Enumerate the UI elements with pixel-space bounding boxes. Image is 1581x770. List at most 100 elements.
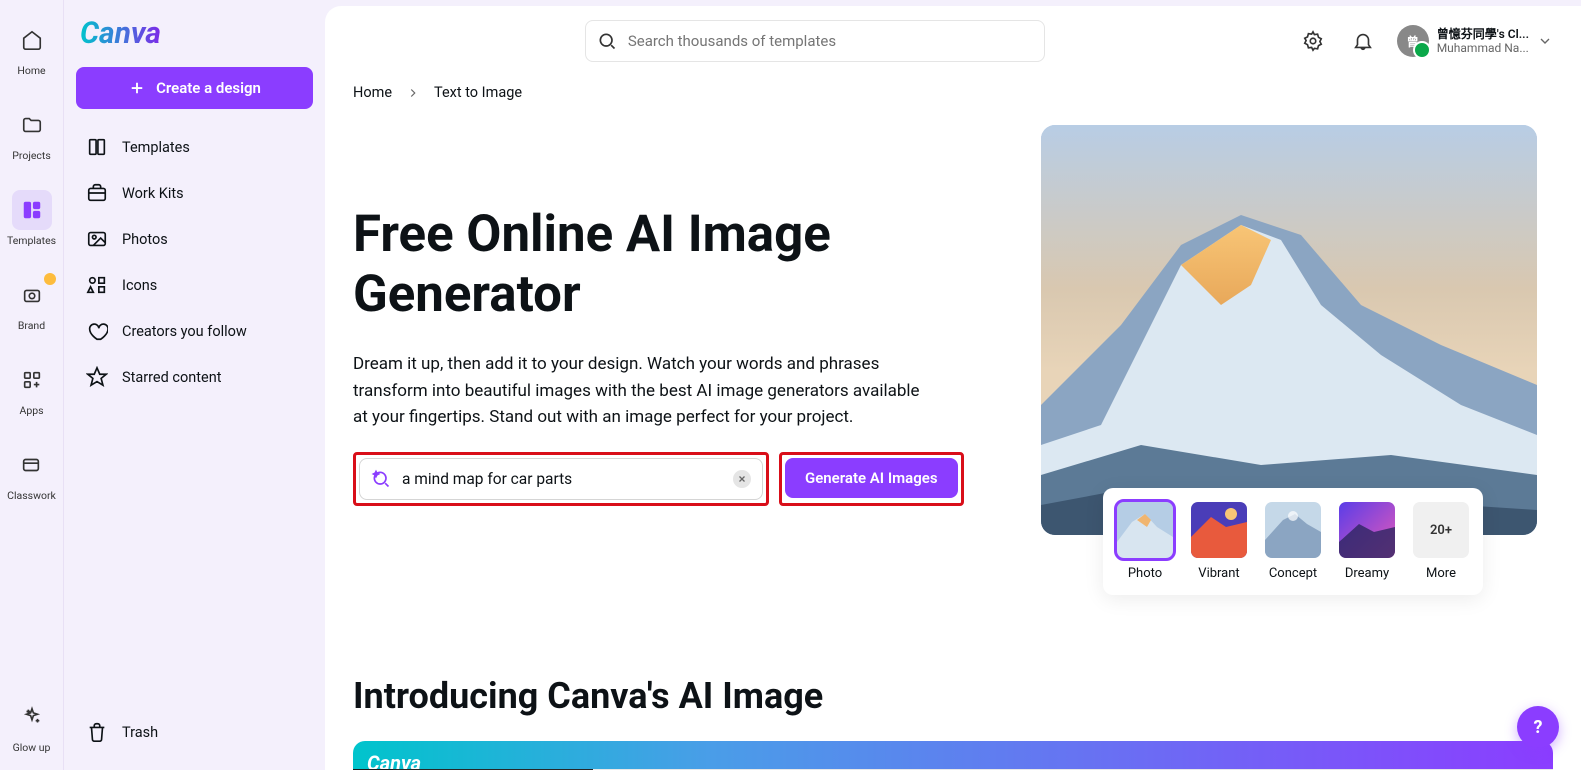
style-thumb-concept [1265,502,1321,558]
sidebar-item-workkits[interactable]: Work Kits [76,171,313,215]
page-title: Free Online AI Image Generator [353,205,993,325]
rail-classwork-label: Classwork [7,489,56,502]
rail-brand[interactable]: Brand [12,275,52,332]
sidebar-item-label: Templates [122,139,190,156]
style-label: Dreamy [1345,566,1389,581]
chevron-right-icon [406,86,420,100]
style-item-more[interactable]: 20+ More [1413,502,1469,581]
user-menu[interactable]: 曾 曾憶芬同學's Cl... Muhammad Na... [1397,25,1553,57]
rail-classwork[interactable]: Classwork [7,445,56,502]
hero-left: Free Online AI Image Generator Dream it … [353,125,993,535]
style-label: More [1426,566,1456,581]
sidebar-item-templates[interactable]: Templates [76,125,313,169]
briefcase-icon [86,182,108,204]
classwork-icon [20,454,42,476]
gear-icon [1302,30,1324,52]
search-icon [597,31,617,51]
style-item-vibrant[interactable]: Vibrant [1191,502,1247,581]
star-icon [86,366,108,388]
style-label: Vibrant [1198,566,1239,581]
prompt-highlight-button: Generate AI Images [779,452,964,506]
sidebar-item-photos[interactable]: Photos [76,217,313,261]
demo-logo: Canva [367,751,421,770]
style-item-concept[interactable]: Concept [1265,502,1321,581]
rail-brand-label: Brand [18,319,45,332]
style-thumb-dreamy [1339,502,1395,558]
home-icon [21,29,43,51]
style-thumb-vibrant [1191,502,1247,558]
rail-projects[interactable]: Projects [12,105,52,162]
sidebar-item-starred[interactable]: Starred content [76,355,313,399]
rail-home-label: Home [17,64,45,77]
breadcrumb-home[interactable]: Home [353,84,392,101]
rail-templates-label: Templates [7,234,56,247]
sidebar-links: Templates Work Kits Photos Icons Creator… [76,125,313,399]
sidebar-item-creators[interactable]: Creators you follow [76,309,313,353]
shapes-icon [86,274,108,296]
close-icon [737,474,747,484]
prompt-input[interactable] [359,458,763,500]
photo-icon [86,228,108,250]
user-line1: 曾憶芬同學's Cl... [1437,27,1529,41]
plus-icon [128,79,146,97]
style-thumb-photo [1117,502,1173,558]
rail-apps[interactable]: Apps [12,360,52,417]
create-design-button[interactable]: Create a design [76,67,313,109]
sidebar-item-label: Creators you follow [122,323,247,340]
style-label: Concept [1269,566,1317,581]
search-input[interactable] [585,20,1045,62]
user-text: 曾憶芬同學's Cl... Muhammad Na... [1437,27,1529,56]
trash-icon [86,721,108,743]
topbar: 曾 曾憶芬同學's Cl... Muhammad Na... [325,6,1581,76]
main-content: 曾 曾憶芬同學's Cl... Muhammad Na... Home Text… [325,6,1581,770]
rail-apps-label: Apps [19,404,43,417]
prompt-highlight-input [353,452,769,506]
settings-button[interactable] [1297,25,1329,57]
rail-glowup-label: Glow up [13,741,51,754]
sidebar-item-label: Trash [122,724,158,741]
chevron-down-icon [1537,33,1553,49]
sparkle-icon [21,706,43,728]
apps-icon [21,369,43,391]
sidebar-item-label: Starred content [122,369,221,386]
mountain-illustration [1041,125,1537,535]
bell-icon [1352,30,1374,52]
style-strip: Photo Vibrant Concept Dreamy 20+ More [1103,488,1483,595]
style-more-count: 20+ [1413,502,1469,558]
style-item-dreamy[interactable]: Dreamy [1339,502,1395,581]
sidebar-item-trash[interactable]: Trash [76,710,313,754]
style-label: Photo [1128,566,1162,581]
top-icons: 曾 曾憶芬同學's Cl... Muhammad Na... [1297,25,1553,57]
sidebar-item-label: Icons [122,277,157,294]
brand-icon [21,284,43,306]
hero-right: Photo Vibrant Concept Dreamy 20+ More [1041,125,1537,535]
breadcrumb-current: Text to Image [434,84,522,101]
intro-heading: Introducing Canva's AI Image [353,675,1553,717]
rail-templates[interactable]: Templates [7,190,56,247]
rail-glowup[interactable]: Glow up [12,697,52,754]
heart-icon [86,320,108,342]
breadcrumb: Home Text to Image [325,76,1581,125]
logo[interactable]: Canva [76,16,313,51]
create-design-label: Create a design [156,79,261,97]
sidebar-item-label: Photos [122,231,168,248]
style-item-photo[interactable]: Photo [1117,502,1173,581]
notifications-button[interactable] [1347,25,1379,57]
generate-button[interactable]: Generate AI Images [785,458,958,498]
sparkle-icon [371,469,391,489]
sidebar-item-icons[interactable]: Icons [76,263,313,307]
sidebar: Canva Create a design Templates Work Kit… [63,0,325,770]
rail-projects-label: Projects [12,149,51,162]
templates-outline-icon [86,136,108,158]
avatar: 曾 [1397,25,1429,57]
folder-icon [21,114,43,136]
prompt-input-wrap [359,458,763,500]
rail-home[interactable]: Home [12,20,52,77]
demo-panel: Canva ⋯ Magic Media Images Graphics Vide… [353,741,1553,770]
sidebar-item-label: Work Kits [122,185,184,202]
help-button[interactable]: ? [1517,706,1559,748]
clear-input-button[interactable] [733,470,751,488]
hero-description: Dream it up, then add it to your design.… [353,351,933,430]
hero: Free Online AI Image Generator Dream it … [325,125,1581,535]
prompt-row: Generate AI Images [353,452,993,506]
